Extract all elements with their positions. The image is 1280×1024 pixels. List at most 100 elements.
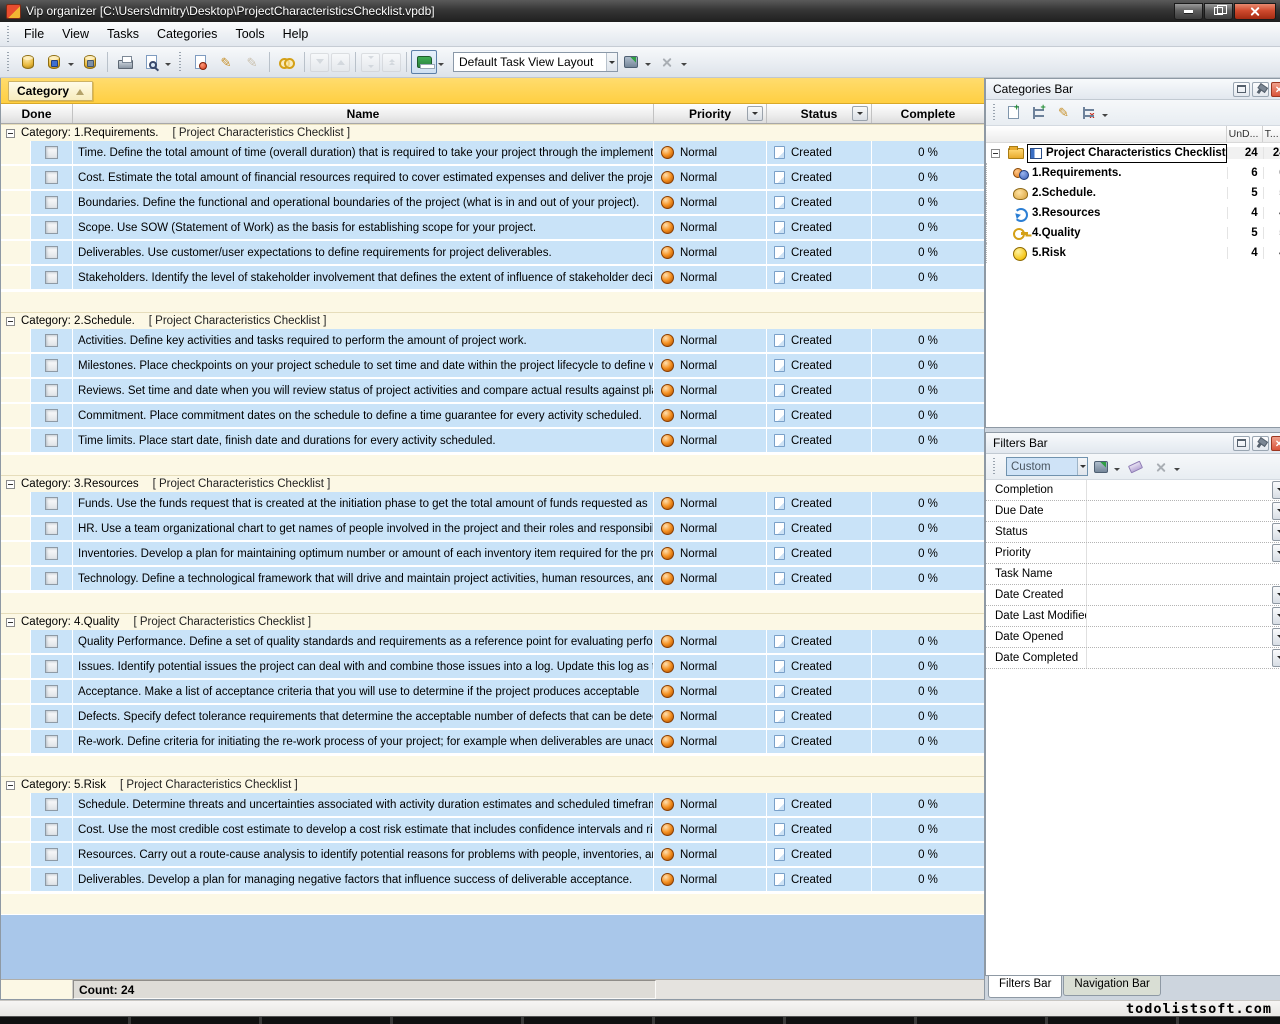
status-cell[interactable]: Created (767, 680, 872, 705)
toolbar-overflow-arrow-icon[interactable] (681, 63, 687, 69)
delete-layout-button[interactable] (655, 50, 679, 74)
task-name-cell[interactable]: Activities. Define key activities and ta… (73, 329, 654, 354)
filter-value-field[interactable] (1086, 522, 1271, 542)
task-name-cell[interactable]: Stakeholders. Identify the level of stak… (73, 266, 654, 291)
task-name-cell[interactable]: Cost. Estimate the total amount of finan… (73, 166, 654, 191)
layout-dropdown-arrow-icon[interactable] (438, 63, 444, 69)
filter-dropdown-button[interactable] (1272, 544, 1280, 562)
toolbar-grip[interactable] (992, 458, 997, 476)
complete-cell[interactable]: 0 % (872, 429, 984, 454)
status-cell[interactable]: Created (767, 404, 872, 429)
priority-cell[interactable]: Normal (654, 329, 767, 354)
done-checkbox[interactable] (45, 823, 58, 836)
menu-file[interactable]: File (15, 24, 53, 44)
filters-overflow-arrow-icon[interactable] (1174, 468, 1180, 474)
group-header-row[interactable]: Category: 4.Quality [ Project Characteri… (1, 613, 984, 630)
complete-cell[interactable]: 0 % (872, 868, 984, 893)
task-row[interactable]: Boundaries. Define the functional and op… (1, 191, 984, 216)
categories-collapse-button[interactable] (1233, 82, 1250, 97)
close-button[interactable] (1234, 3, 1276, 20)
task-row[interactable]: Acceptance. Make a list of acceptance cr… (1, 680, 984, 705)
complete-cell[interactable]: 0 % (872, 705, 984, 730)
print-preview-button[interactable] (139, 50, 163, 74)
done-checkbox[interactable] (45, 384, 58, 397)
status-cell[interactable]: Created (767, 730, 872, 755)
toolbar-grip[interactable] (992, 104, 997, 122)
complete-cell[interactable]: 0 % (872, 492, 984, 517)
save-layout-dropdown-arrow-icon[interactable] (645, 63, 651, 69)
done-cell[interactable] (31, 191, 73, 216)
complete-cell[interactable]: 0 % (872, 191, 984, 216)
filter-value-field[interactable] (1086, 564, 1271, 584)
menu-tools[interactable]: Tools (226, 24, 273, 44)
done-cell[interactable] (31, 404, 73, 429)
task-row[interactable]: Quality Performance. Define a set of qua… (1, 630, 984, 655)
task-name-cell[interactable]: Commitment. Place commitment dates on th… (73, 404, 654, 429)
group-spacer-row[interactable] (1, 755, 984, 776)
task-row[interactable]: Deliverables. Develop a plan for managin… (1, 868, 984, 893)
new-database-button[interactable] (16, 50, 40, 74)
task-row[interactable]: Schedule. Determine threats and uncertai… (1, 793, 984, 818)
status-cell[interactable]: Created (767, 354, 872, 379)
status-cell[interactable]: Created (767, 166, 872, 191)
task-name-cell[interactable]: Time limits. Place start date, finish da… (73, 429, 654, 454)
done-checkbox[interactable] (45, 434, 58, 447)
status-cell[interactable]: Created (767, 818, 872, 843)
group-header-row[interactable]: Category: 3.Resources [ Project Characte… (1, 475, 984, 492)
complete-cell[interactable]: 0 % (872, 266, 984, 291)
edit-task-button[interactable]: ✎ (214, 50, 238, 74)
done-cell[interactable] (31, 379, 73, 404)
done-checkbox[interactable] (45, 660, 58, 673)
complete-cell[interactable]: 0 % (872, 166, 984, 191)
filter-value-field[interactable] (1086, 480, 1271, 500)
menu-help[interactable]: Help (274, 24, 318, 44)
done-checkbox[interactable] (45, 710, 58, 723)
filter-value-field[interactable] (1086, 585, 1271, 605)
done-cell[interactable] (31, 216, 73, 241)
task-name-cell[interactable]: Milestones. Place checkpoints on your pr… (73, 354, 654, 379)
tree-col-name[interactable] (986, 126, 1227, 142)
tree-category-item[interactable]: 2.Schedule. 5 5 (986, 183, 1280, 203)
task-name-cell[interactable]: Scope. Use SOW (Statement of Work) as th… (73, 216, 654, 241)
group-by-category-chip[interactable]: Category (8, 81, 93, 101)
priority-cell[interactable]: Normal (654, 404, 767, 429)
task-row[interactable]: Stakeholders. Identify the level of stak… (1, 266, 984, 291)
group-spacer-row[interactable] (1, 592, 984, 613)
task-row[interactable]: Cost. Use the most credible cost estimat… (1, 818, 984, 843)
categories-overflow-arrow-icon[interactable] (1102, 114, 1108, 120)
delete-filter-button[interactable] (1149, 456, 1172, 477)
column-header-done[interactable]: Done (1, 104, 73, 123)
status-cell[interactable]: Created (767, 655, 872, 680)
filter-preset-combo[interactable]: Custom (1006, 457, 1088, 476)
complete-cell[interactable]: 0 % (872, 354, 984, 379)
priority-cell[interactable]: Normal (654, 868, 767, 893)
group-spacer-row[interactable] (1, 454, 984, 475)
task-row[interactable]: Resources. Carry out a route-cause analy… (1, 843, 984, 868)
priority-cell[interactable]: Normal (654, 730, 767, 755)
task-name-cell[interactable]: HR. Use a team organizational chart to g… (73, 517, 654, 542)
done-cell[interactable] (31, 517, 73, 542)
complete-cell[interactable]: 0 % (872, 730, 984, 755)
status-cell[interactable]: Created (767, 705, 872, 730)
priority-cell[interactable]: Normal (654, 379, 767, 404)
task-name-cell[interactable]: Schedule. Determine threats and uncertai… (73, 793, 654, 818)
done-cell[interactable] (31, 141, 73, 166)
status-cell[interactable]: Created (767, 567, 872, 592)
group-expander-icon[interactable] (6, 618, 15, 627)
complete-cell[interactable]: 0 % (872, 567, 984, 592)
filter-dropdown-button[interactable] (1272, 586, 1280, 604)
restore-button[interactable] (1204, 3, 1233, 20)
complete-cell[interactable]: 0 % (872, 379, 984, 404)
task-row[interactable]: Milestones. Place checkpoints on your pr… (1, 354, 984, 379)
done-cell[interactable] (31, 241, 73, 266)
task-name-cell[interactable]: Cost. Use the most credible cost estimat… (73, 818, 654, 843)
task-row[interactable]: Inventories. Develop a plan for maintain… (1, 542, 984, 567)
toolbar-grip[interactable] (6, 52, 11, 73)
filter-dropdown-button[interactable] (1272, 481, 1280, 499)
filter-dropdown-button[interactable] (1272, 649, 1280, 667)
task-name-cell[interactable]: Boundaries. Define the functional and op… (73, 191, 654, 216)
done-checkbox[interactable] (45, 572, 58, 585)
task-row[interactable]: Deliverables. Use customer/user expectat… (1, 241, 984, 266)
status-cell[interactable]: Created (767, 868, 872, 893)
status-cell[interactable]: Created (767, 191, 872, 216)
